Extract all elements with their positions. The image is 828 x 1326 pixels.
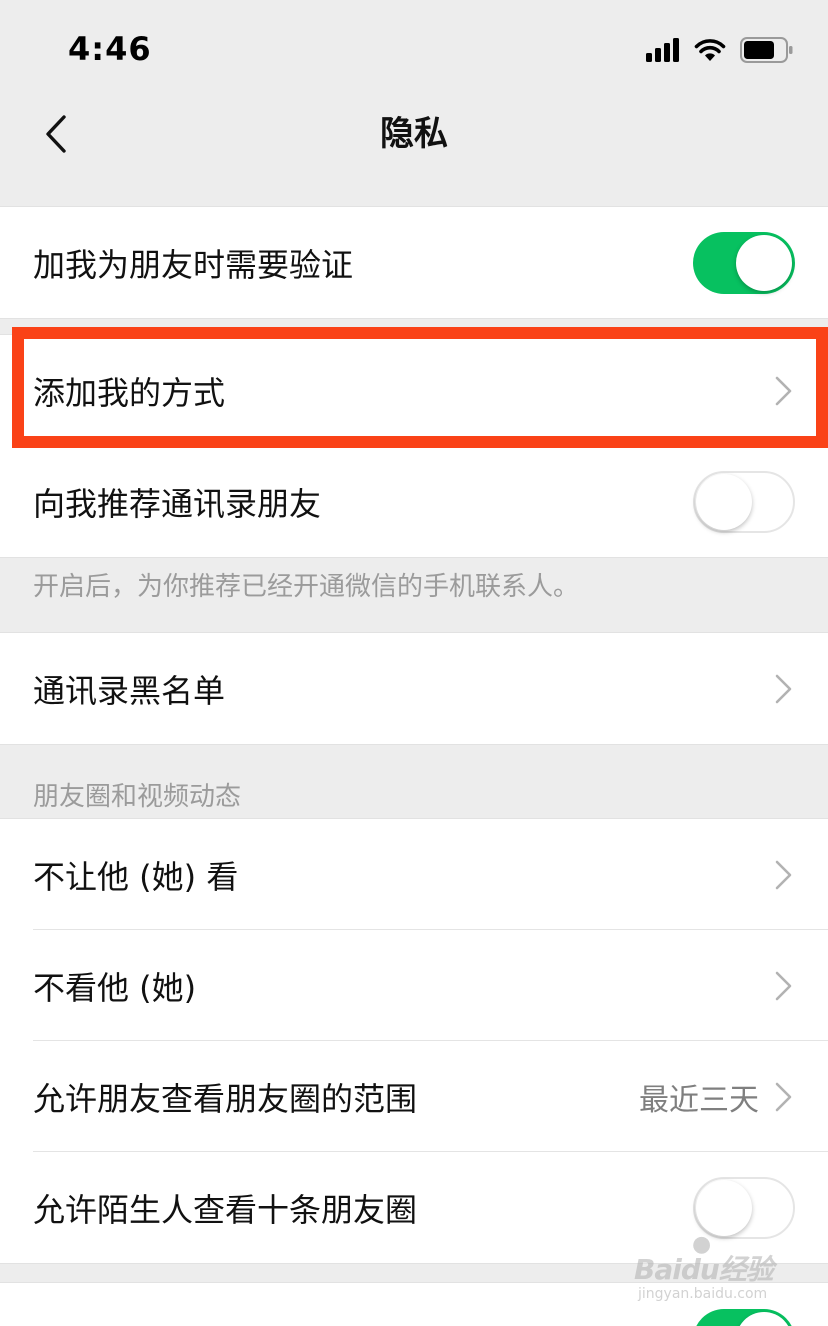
recommend-note: 开启后，为你推荐已经开通微信的手机联系人。 bbox=[33, 572, 580, 602]
battery-icon bbox=[740, 37, 793, 63]
group-moments: 不让他 (她) 看 不看他 (她) 允许朋友查看朋友圈的范围 最近三天 允许陌生… bbox=[0, 818, 828, 1264]
setting-label-blacklist: 通讯录黑名单 bbox=[33, 671, 226, 710]
watermark-text: Baidu经验 bbox=[634, 1253, 774, 1286]
toggle-strangers[interactable] bbox=[693, 1176, 795, 1239]
chevron-right-icon bbox=[775, 674, 792, 703]
chevron-right-icon bbox=[775, 860, 792, 889]
setting-label-add-methods: 添加我的方式 bbox=[33, 373, 226, 412]
toggle-knob bbox=[696, 473, 752, 530]
toggle-verify[interactable] bbox=[693, 231, 795, 294]
setting-label-strangers: 允许陌生人查看十条朋友圈 bbox=[33, 1190, 418, 1229]
nav-bar: 隐私 bbox=[0, 96, 828, 172]
group-contacts: 添加我的方式 向我推荐通讯录朋友 bbox=[0, 334, 828, 558]
group-verify: 加我为朋友时需要验证 bbox=[0, 206, 828, 319]
setting-row-dont-see[interactable]: 不看他 (她) bbox=[0, 930, 828, 1041]
setting-label-verify: 加我为朋友时需要验证 bbox=[33, 245, 354, 284]
group-blacklist: 通讯录黑名单 bbox=[0, 632, 828, 745]
setting-row-blacklist[interactable]: 通讯录黑名单 bbox=[0, 633, 828, 744]
setting-value-range: 最近三天 bbox=[639, 1082, 759, 1118]
page-title: 隐私 bbox=[380, 114, 448, 154]
setting-row-range[interactable]: 允许朋友查看朋友圈的范围 最近三天 bbox=[0, 1041, 828, 1152]
chevron-right-icon bbox=[775, 971, 792, 1000]
status-bar: 4:46 bbox=[0, 0, 828, 100]
setting-row-add-methods[interactable]: 添加我的方式 bbox=[0, 335, 828, 446]
toggle-knob bbox=[736, 1312, 792, 1326]
chevron-right-icon bbox=[775, 376, 792, 405]
setting-row-verify: 加我为朋友时需要验证 bbox=[0, 207, 828, 318]
status-time: 4:46 bbox=[68, 30, 152, 68]
toggle-recommend[interactable] bbox=[693, 470, 795, 533]
setting-label-hide-from: 不让他 (她) 看 bbox=[33, 857, 239, 896]
wifi-icon bbox=[694, 39, 726, 61]
chevron-right-icon bbox=[775, 1082, 792, 1111]
signal-icon bbox=[646, 38, 679, 62]
setting-label-range: 允许朋友查看朋友圈的范围 bbox=[33, 1079, 418, 1118]
status-icons bbox=[646, 34, 794, 66]
section-header-moments: 朋友圈和视频动态 bbox=[33, 782, 242, 812]
setting-row-recommend: 向我推荐通讯录朋友 bbox=[0, 446, 828, 557]
watermark: ● Baidu经验 jingyan.baidu.com bbox=[634, 1232, 794, 1312]
toggle-knob bbox=[696, 1179, 752, 1236]
setting-label-recommend: 向我推荐通讯录朋友 bbox=[33, 484, 322, 523]
setting-row-hide-from[interactable]: 不让他 (她) 看 bbox=[0, 819, 828, 930]
watermark-url: jingyan.baidu.com bbox=[638, 1286, 768, 1302]
toggle-knob bbox=[736, 234, 792, 291]
setting-label-dont-see: 不看他 (她) bbox=[33, 968, 197, 1007]
